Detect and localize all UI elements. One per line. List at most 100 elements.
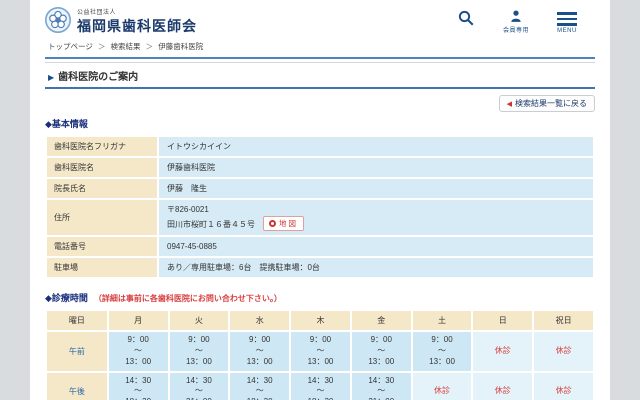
page-title: 歯科医院のご案内 [58, 72, 139, 83]
member-area-label: 会員専用 [502, 28, 529, 34]
hamburger-icon [557, 9, 577, 26]
row-label: 院長氏名 [45, 177, 159, 200]
breadcrumb: トップページ ＞ 検索結果 ＞ 伊藤歯科医院 [45, 41, 595, 52]
member-area-button[interactable]: 会員専用 [503, 9, 529, 34]
hours-col-header: 木 [289, 309, 352, 333]
hours-col-header: 祝日 [532, 309, 595, 333]
hours-title-text: ◆診療時間 [45, 293, 88, 304]
open-time: 9：00 [249, 335, 271, 345]
association-logo-icon [45, 7, 71, 33]
row-label: 歯科医院名 [45, 156, 159, 179]
hours-cell: 9：00 ～ 13：00 [410, 330, 474, 373]
tilde: ～ [377, 346, 386, 356]
row-value: 〒826-0021 田川市桜町１６番４５号 地図 [157, 197, 595, 238]
search-icon [458, 10, 474, 26]
row-value: 伊藤 隆生 [157, 177, 595, 200]
table-row: 院長氏名 伊藤 隆生 [45, 177, 595, 200]
member-person-icon [511, 10, 521, 22]
breadcrumb-current: 伊藤歯科医院 [158, 42, 204, 51]
hours-section-title: ◆診療時間 （詳細は事前に各歯科医院にお問い合わせ下さい。） [45, 291, 595, 304]
open-time: 9：00 [431, 335, 453, 345]
hours-col-header: 土 [410, 309, 474, 333]
header-divider [45, 57, 595, 59]
search-button[interactable] [457, 9, 475, 27]
back-arrow-icon: ◀ [506, 101, 512, 108]
header-actions: 会員専用 MENU [457, 7, 577, 34]
tilde: ～ [194, 346, 203, 356]
tilde: ～ [134, 386, 143, 396]
hours-col-header: 金 [349, 309, 413, 333]
open-time: 14：30 [125, 375, 152, 385]
close-time: 13：00 [368, 356, 395, 366]
hours-cell: 休診 [532, 370, 595, 400]
close-time: 13：00 [307, 356, 334, 366]
breadcrumb-home-link[interactable]: トップページ [48, 42, 93, 51]
close-time: 13：00 [186, 356, 212, 366]
open-time: 14：30 [246, 375, 273, 385]
hours-period-label: 午前 [45, 330, 109, 373]
table-row: 住所 〒826-0021 田川市桜町１６番４５号 地図 [45, 197, 595, 238]
basic-info-table: 歯科医院名フリガナ イトウシカイイン 歯科医院名 伊藤歯科医院 院長氏名 伊藤 隆生 住所〒… [45, 135, 595, 280]
org-title-block: 公益社団法人 福岡県歯科医師会 [77, 7, 197, 36]
open-time: 14：30 [186, 375, 212, 385]
tilde: ～ [194, 386, 203, 396]
org-name: 福岡県歯科医師会 [77, 18, 197, 34]
hours-cell: 14：30～21：00 [167, 370, 231, 400]
open-time: 14：30 [368, 375, 395, 385]
row-value: 0947-45-0885 [157, 235, 595, 259]
breadcrumb-results-link[interactable]: 検索結果 [111, 42, 141, 51]
open-time: 14：30 [307, 375, 334, 385]
hours-cell: 14：30～21：00 [349, 370, 413, 400]
map-button[interactable]: 地図 [263, 216, 304, 232]
close-time: 13：00 [429, 356, 455, 366]
tilde: ～ [134, 346, 143, 356]
row-value: あり／専用駐車場：6台 提携駐車場：0台 [157, 256, 595, 280]
breadcrumb-separator: ＞ [145, 42, 154, 51]
tilde: ～ [316, 386, 325, 396]
tilde: ～ [438, 346, 447, 356]
hours-cell: 9：00 ～ 13：00 [167, 330, 231, 373]
row-label: 駐車場 [45, 256, 159, 280]
row-value: イトウシカイイン [157, 135, 595, 158]
hours-row: 午後14：30～18：3014：30～21：0014：30～18：3014：30… [45, 370, 595, 400]
table-row: 歯科医院名 伊藤歯科医院 [45, 156, 595, 179]
hours-period-label: 午後 [45, 370, 109, 400]
menu-button[interactable]: MENU [557, 9, 577, 34]
close-time: 13：00 [125, 356, 152, 366]
breadcrumb-separator: ＞ [97, 42, 106, 51]
hours-cell: 14：30～18：30 [106, 370, 170, 400]
hours-cell: 9：00 ～ 13：00 [106, 330, 170, 373]
table-row: 電話番号 0947-45-0885 [45, 235, 595, 259]
tilde: ～ [255, 386, 264, 396]
row-label: 住所 [45, 197, 159, 238]
title-triangle-icon: ▶ [48, 73, 55, 82]
address-line: 〒826-0021 [167, 205, 209, 214]
open-time: 9：00 [309, 335, 332, 345]
hours-cell: 休診 [532, 330, 595, 373]
hours-col-header: 曜日 [45, 309, 109, 333]
hours-cell: 9：00 ～ 13：00 [349, 330, 413, 373]
row-label: 歯科医院名フリガナ [45, 135, 159, 158]
hours-col-header: 日 [471, 309, 535, 333]
hours-row: 午前 9：00 ～ 13：00 9：00 ～ 13：00 9：00 ～ 13：00 9：00 ～ 13：… [45, 330, 595, 373]
close-time: 13：00 [246, 356, 273, 366]
hours-cell: 14：30～18：30 [228, 370, 292, 400]
content-card: 公益社団法人 福岡県歯科医師会 会員専用 MENU トップページ ＞ 検索結果 … [30, 0, 610, 400]
back-to-results-button[interactable]: ◀ 検索結果一覧に戻る [498, 95, 595, 112]
hours-note: （詳細は事前に各歯科医院にお問い合わせ下さい。） [93, 294, 282, 304]
hours-cell: 休診 [471, 330, 535, 373]
tilde: ～ [255, 346, 264, 356]
hours-header-row: 曜日月火水木金土日祝日 [45, 309, 595, 333]
basic-info-section-title: ◆基本情報 [45, 119, 88, 129]
row-label: 電話番号 [45, 235, 159, 259]
table-row: 駐車場 あり／専用駐車場：6台 提携駐車場：0台 [45, 256, 595, 280]
table-row: 歯科医院名フリガナ イトウシカイイン [45, 135, 595, 158]
hours-cell: 休診 [410, 370, 474, 400]
back-row: ◀ 検索結果一覧に戻る [45, 93, 595, 112]
address-line: 田川市桜町１６番４５号 地図 [167, 216, 585, 232]
org-type-label: 公益社団法人 [77, 10, 117, 16]
tilde: ～ [377, 386, 386, 396]
hours-cell: 休診 [471, 370, 535, 400]
menu-label: MENU [557, 27, 577, 34]
map-pin-icon [269, 220, 276, 228]
